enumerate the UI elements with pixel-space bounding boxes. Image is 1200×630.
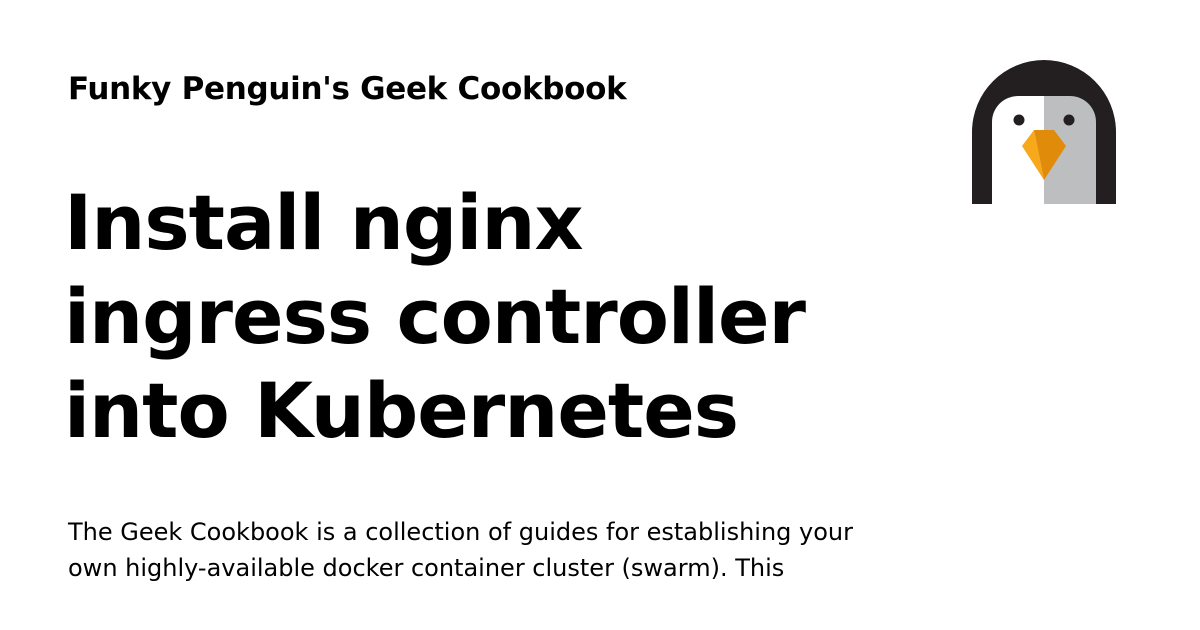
social-card: Funky Penguin's Geek Cookbook Install ng… [0,0,1200,630]
page-description: The Geek Cookbook is a collection of gui… [68,514,928,586]
page-title-line: ingress controller [64,272,806,361]
site-name: Funky Penguin's Geek Cookbook [68,71,627,107]
page-description-line: The Geek Cookbook is a collection of gui… [68,518,854,546]
page-title: Install nginx ingress controller into Ku… [64,176,924,458]
page-title-line: Install nginx [64,178,583,267]
page-title-line: into Kubernetes [64,366,739,455]
page-description-line: own highly-available docker container cl… [68,554,785,582]
penguin-logo-icon [972,60,1116,204]
